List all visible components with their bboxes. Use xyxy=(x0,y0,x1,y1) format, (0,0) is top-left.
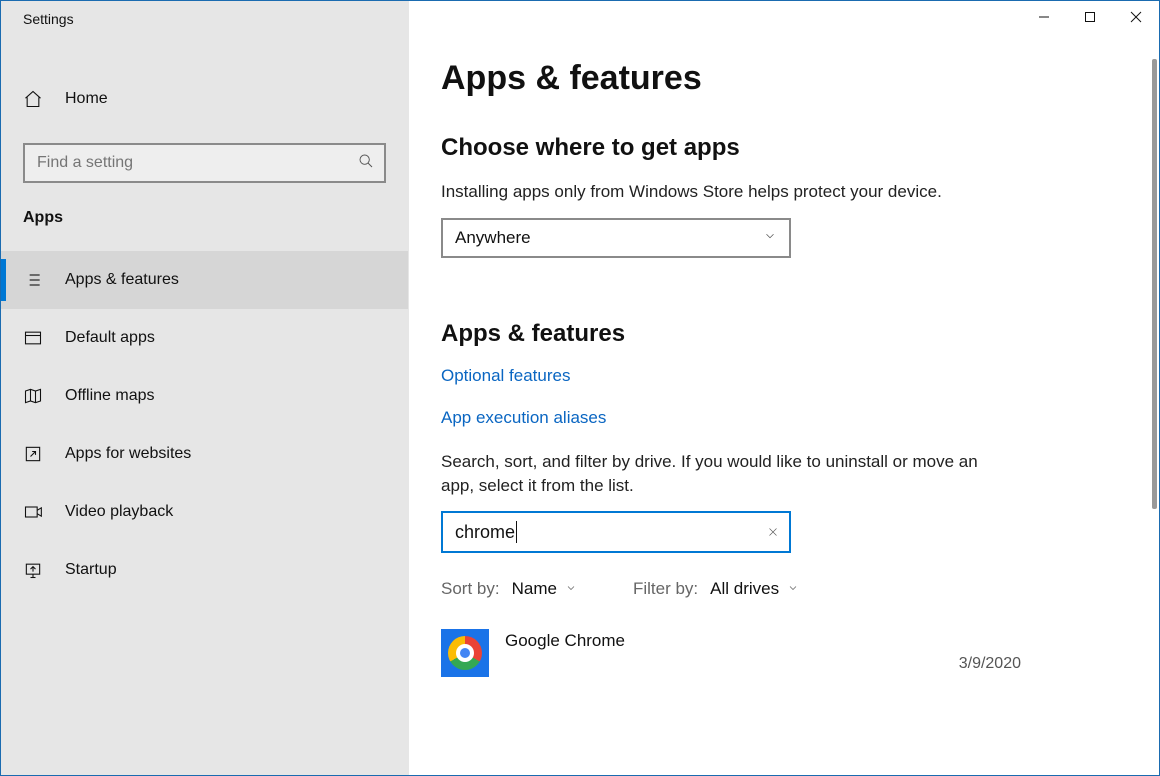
video-icon xyxy=(23,502,43,522)
sort-by-label: Sort by: xyxy=(441,579,500,599)
nav-label: Apps for websites xyxy=(65,445,191,463)
home-button[interactable]: Home xyxy=(1,73,408,125)
content: Apps & features Choose where to get apps… xyxy=(409,1,1159,775)
nav-label: Video playback xyxy=(65,503,173,521)
nav-label: Startup xyxy=(65,561,117,579)
launch-icon xyxy=(23,444,43,464)
text-caret xyxy=(516,521,517,543)
sidebar: Settings Home Apps Apps & features xyxy=(1,1,409,775)
sidebar-search-input[interactable] xyxy=(37,154,350,172)
home-label: Home xyxy=(65,90,108,108)
apps-search-input[interactable]: chrome xyxy=(441,511,791,553)
nav-label: Default apps xyxy=(65,329,155,347)
nav-startup[interactable]: Startup xyxy=(1,541,408,599)
sidebar-search[interactable] xyxy=(23,143,386,183)
app-source-dropdown[interactable]: Anywhere xyxy=(441,218,791,258)
dropdown-value: Anywhere xyxy=(455,228,531,248)
home-icon xyxy=(23,89,43,109)
app-list-item[interactable]: Google Chrome 3/9/2020 xyxy=(441,629,1011,677)
sidebar-section-label: Apps xyxy=(1,199,408,241)
filter-by-value: All drives xyxy=(710,579,779,599)
nav-label: Offline maps xyxy=(65,387,155,405)
sidebar-nav: Apps & features Default apps Offline map… xyxy=(1,241,408,599)
close-button[interactable] xyxy=(1113,1,1159,33)
chevron-down-icon xyxy=(565,579,577,599)
chevron-down-icon xyxy=(763,228,777,248)
nav-label: Apps & features xyxy=(65,271,179,289)
app-install-date: 3/9/2020 xyxy=(959,655,1021,673)
page-title: Apps & features xyxy=(441,59,1159,98)
apps-description: Search, sort, and filter by drive. If yo… xyxy=(441,450,981,498)
nav-apps-features[interactable]: Apps & features xyxy=(1,251,408,309)
scrollbar[interactable] xyxy=(1152,59,1157,509)
maximize-button[interactable] xyxy=(1067,1,1113,33)
defaults-icon xyxy=(23,328,43,348)
map-icon xyxy=(23,386,43,406)
apps-search-value: chrome xyxy=(455,522,515,543)
chrome-icon xyxy=(441,629,489,677)
clear-search-icon[interactable] xyxy=(767,522,779,543)
nav-offline-maps[interactable]: Offline maps xyxy=(1,367,408,425)
nav-default-apps[interactable]: Default apps xyxy=(1,309,408,367)
choose-apps-description: Installing apps only from Windows Store … xyxy=(441,180,1061,204)
app-execution-aliases-link[interactable]: App execution aliases xyxy=(441,408,1159,428)
titlebar xyxy=(1,1,1159,37)
filter-by-label: Filter by: xyxy=(633,579,698,599)
sort-by-control[interactable]: Sort by: Name xyxy=(441,579,577,599)
apps-features-heading: Apps & features xyxy=(441,320,1159,348)
chevron-down-icon xyxy=(787,579,799,599)
choose-apps-heading: Choose where to get apps xyxy=(441,134,1159,162)
minimize-button[interactable] xyxy=(1021,1,1067,33)
app-name: Google Chrome xyxy=(505,629,625,651)
startup-icon xyxy=(23,560,43,580)
sort-by-value: Name xyxy=(512,579,557,599)
nav-apps-for-websites[interactable]: Apps for websites xyxy=(1,425,408,483)
filter-by-control[interactable]: Filter by: All drives xyxy=(633,579,799,599)
list-icon xyxy=(23,270,43,290)
nav-video-playback[interactable]: Video playback xyxy=(1,483,408,541)
optional-features-link[interactable]: Optional features xyxy=(441,366,1159,386)
search-icon xyxy=(358,153,374,174)
